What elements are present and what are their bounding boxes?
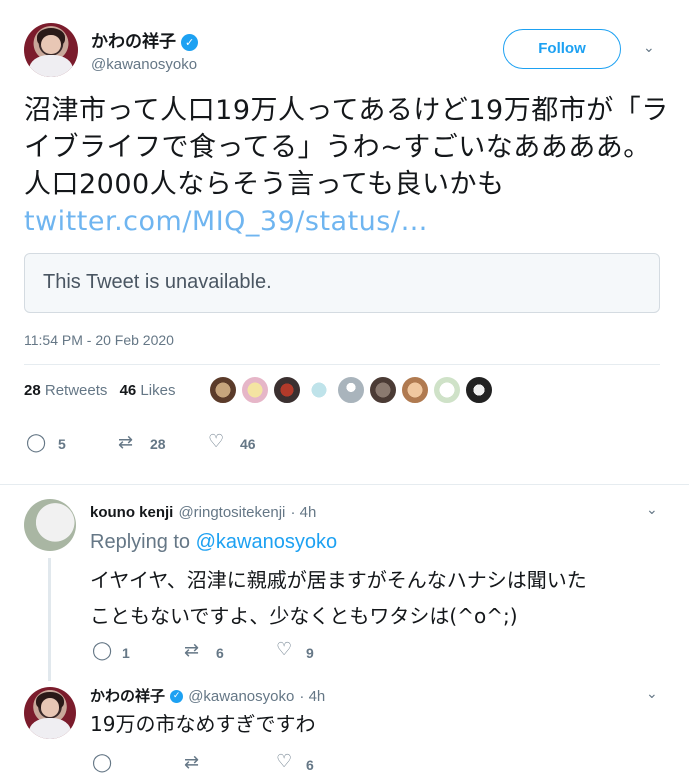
liker-avatar[interactable] bbox=[304, 375, 334, 405]
retweet-count[interactable]: 6 bbox=[216, 645, 224, 661]
reply-author-handle[interactable]: @ringtositekenji bbox=[178, 504, 285, 521]
retweet-count[interactable]: 28 bbox=[150, 436, 166, 452]
reply-actions: ◯ ⇄ ♡ 6 bbox=[92, 751, 352, 776]
liker-avatar[interactable] bbox=[336, 375, 366, 405]
reply-icon[interactable]: ◯ bbox=[92, 752, 112, 773]
author-avatar[interactable] bbox=[24, 23, 78, 77]
reply-text: イヤイヤ、沼津に親戚が居ますがそんなハナシは聞いた こともないですよ、少なくとも… bbox=[90, 562, 587, 634]
reply-icon[interactable]: ◯ bbox=[92, 640, 112, 661]
reply-actions: ◯ 1 ⇄ 6 ♡ 9 bbox=[92, 639, 352, 664]
reply-count[interactable]: 5 bbox=[58, 436, 66, 452]
like-count[interactable]: 46 bbox=[240, 436, 256, 452]
retweets-stat[interactable]: 28 Retweets bbox=[24, 382, 107, 399]
reply-text: 19万の市なめすぎですわ bbox=[90, 712, 316, 736]
retweet-icon[interactable]: ⇄ bbox=[184, 640, 199, 661]
reply-text-line: こともないですよ、少なくともワタシは(^o^;) bbox=[90, 604, 518, 628]
divider bbox=[24, 364, 660, 365]
author-name-row[interactable]: かわの祥子 ✓ bbox=[91, 27, 199, 52]
retweet-icon[interactable]: ⇄ bbox=[184, 752, 199, 773]
reply-author-handle[interactable]: @kawanosyoko bbox=[188, 688, 294, 705]
liker-avatar[interactable] bbox=[272, 375, 302, 405]
quote-unavailable-text: This Tweet is unavailable. bbox=[43, 271, 272, 293]
tweet-timestamp[interactable]: 11:54 PM - 20 Feb 2020 bbox=[24, 332, 174, 348]
reply-text-line: イヤイヤ、沼津に親戚が居ますがそんなハナシは聞いた bbox=[90, 568, 587, 592]
tweet-text: 沼津市って人口19万人ってあるけど19万都市が「ライブライフで食ってる」うわ~す… bbox=[24, 92, 669, 240]
tweet-body: 沼津市って人口19万人ってあるけど19万都市が「ライブライフで食ってる」うわ~す… bbox=[24, 95, 669, 200]
verified-badge-icon: ✓ bbox=[170, 690, 184, 703]
liker-avatar[interactable] bbox=[400, 375, 430, 405]
tweet-link[interactable]: twitter.com/MIQ_39/status/… bbox=[24, 206, 428, 237]
reply-avatar[interactable] bbox=[24, 499, 76, 551]
thread-line bbox=[48, 558, 51, 681]
replying-to-prefix: Replying to bbox=[90, 531, 191, 553]
like-icon[interactable]: ♡ bbox=[208, 431, 224, 452]
author-handle[interactable]: @kawanosyoko bbox=[91, 56, 197, 73]
like-count[interactable]: 9 bbox=[306, 645, 314, 661]
reply-time[interactable]: · 4h bbox=[290, 504, 316, 521]
liker-avatars bbox=[208, 375, 508, 407]
verified-badge-icon: ✓ bbox=[181, 34, 199, 51]
follow-button[interactable]: Follow bbox=[503, 29, 621, 69]
liker-avatar[interactable] bbox=[208, 375, 238, 405]
replying-to-handle[interactable]: @kawanosyoko bbox=[196, 531, 337, 553]
reply-author-name[interactable]: kouno kenji bbox=[90, 504, 173, 521]
quoted-tweet-unavailable[interactable]: This Tweet is unavailable. bbox=[24, 253, 660, 313]
liker-avatar[interactable] bbox=[432, 375, 462, 405]
like-icon[interactable]: ♡ bbox=[276, 751, 292, 772]
reply-author-name[interactable]: かわの祥子 bbox=[90, 688, 165, 705]
reply-time[interactable]: · 4h bbox=[299, 688, 325, 705]
liker-avatar[interactable] bbox=[240, 375, 270, 405]
author-name[interactable]: かわの祥子 bbox=[91, 32, 176, 51]
reply-header: kouno kenji @ringtositekenji · 4h bbox=[90, 502, 316, 521]
tweet-actions: ◯ 5 ⇄ 28 ♡ 46 bbox=[26, 431, 326, 456]
reply-icon[interactable]: ◯ bbox=[26, 432, 46, 453]
replying-to: Replying to @kawanosyoko bbox=[90, 531, 337, 554]
stats-row: 28 Retweets 46 Likes bbox=[24, 382, 175, 399]
retweet-icon[interactable]: ⇄ bbox=[118, 432, 133, 453]
reply-header: かわの祥子 ✓ @kawanosyoko · 4h bbox=[90, 685, 325, 706]
chevron-down-icon[interactable]: ⌄ bbox=[643, 40, 655, 56]
like-icon[interactable]: ♡ bbox=[276, 639, 292, 660]
chevron-down-icon[interactable]: ⌄ bbox=[646, 502, 658, 518]
liker-avatar[interactable] bbox=[368, 375, 398, 405]
divider bbox=[0, 484, 689, 485]
reply-avatar[interactable] bbox=[24, 687, 76, 739]
reply-count[interactable]: 1 bbox=[122, 645, 130, 661]
chevron-down-icon[interactable]: ⌄ bbox=[646, 686, 658, 702]
like-count[interactable]: 6 bbox=[306, 757, 314, 773]
liker-avatar[interactable] bbox=[464, 375, 494, 405]
likes-stat[interactable]: 46 Likes bbox=[120, 382, 176, 399]
